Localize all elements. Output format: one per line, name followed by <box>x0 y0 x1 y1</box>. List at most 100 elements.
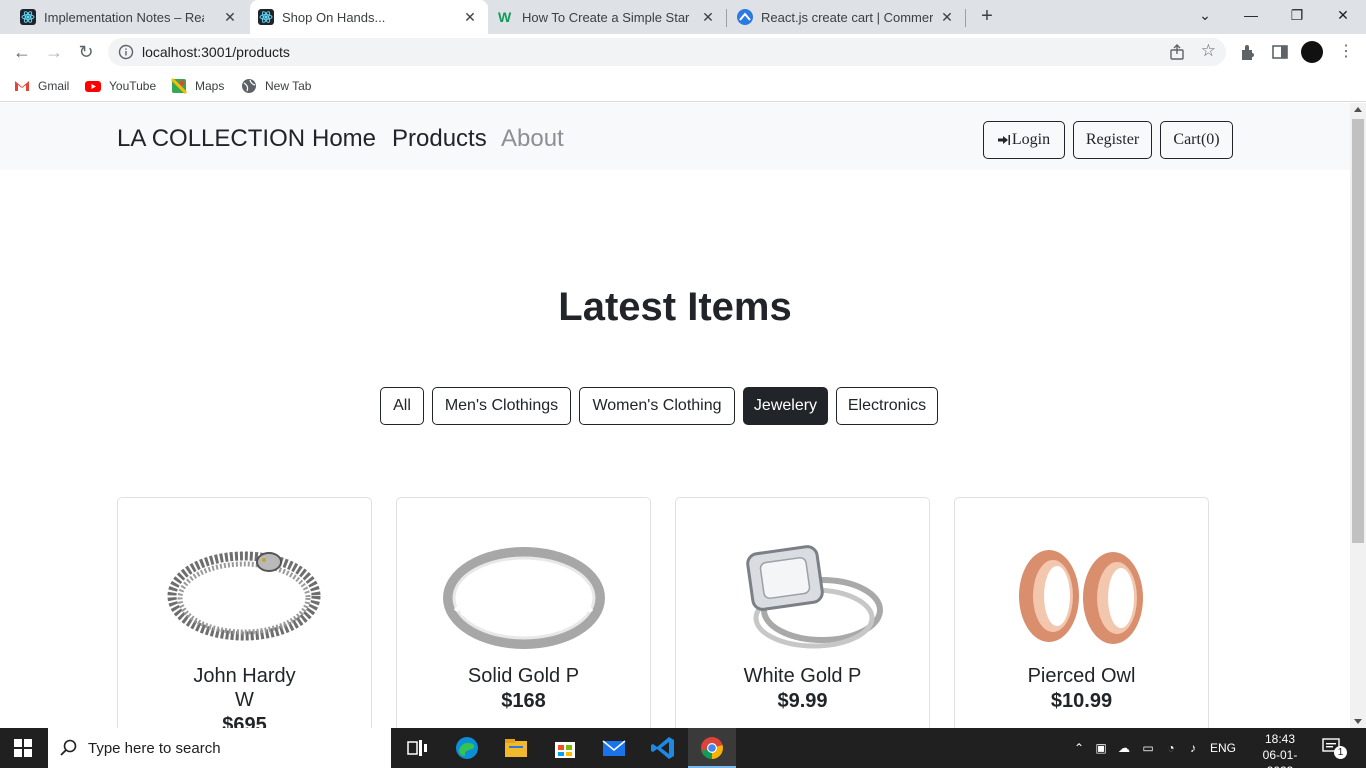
bookmark-youtube[interactable]: YouTube <box>85 76 156 96</box>
back-icon[interactable]: ← <box>10 40 34 64</box>
brand-logo[interactable]: LA COLLECTION <box>117 125 305 153</box>
tab-star-rating[interactable]: W How To Create a Simple Star Rati ✕ <box>488 0 726 34</box>
page-scrollbar[interactable] <box>1350 103 1366 728</box>
mail-icon[interactable] <box>600 734 628 762</box>
clock-time: 18:43 <box>1264 732 1296 746</box>
bookmark-label: New Tab <box>265 79 312 93</box>
wifi-icon[interactable]: ◔ <box>1160 741 1182 755</box>
close-tab-icon[interactable]: ✕ <box>462 9 478 25</box>
filter-label: Jewelery <box>753 397 818 414</box>
close-tab-icon[interactable]: ✕ <box>222 9 238 25</box>
register-label: Register <box>1085 131 1140 148</box>
bookmarks-bar: Gmail YouTube Maps New Tab <box>0 70 1366 102</box>
product-name: White Gold P <box>743 665 862 687</box>
extensions-icon[interactable] <box>1238 42 1258 62</box>
product-price: $168 <box>501 690 546 712</box>
bookmark-label: Maps <box>195 79 225 93</box>
battery-icon[interactable]: ▭ <box>1136 741 1160 755</box>
filter-label: Men's Clothings <box>444 397 559 414</box>
close-window-icon[interactable]: ✕ <box>1320 0 1366 34</box>
globe-icon <box>242 79 256 93</box>
tab-commercejs[interactable]: React.js create cart | Commerce.js ✕ <box>727 0 965 34</box>
product-card[interactable]: John Hardy W $695 <box>117 497 372 728</box>
tab-title: How To Create a Simple Star Rati <box>522 9 694 25</box>
filter-mens-clothing[interactable]: Men's Clothings <box>432 387 571 425</box>
nav-about[interactable]: About <box>501 125 564 153</box>
vscode-icon[interactable] <box>649 734 677 762</box>
volume-icon[interactable]: ♪ <box>1182 741 1204 755</box>
more-menu-icon[interactable]: ⋮ <box>1336 42 1356 62</box>
w-logo-icon: W <box>498 9 512 25</box>
bookmark-gmail[interactable]: Gmail <box>14 76 69 96</box>
close-tab-icon[interactable]: ✕ <box>700 9 716 25</box>
scroll-down-icon[interactable] <box>1354 719 1362 724</box>
tab-implementation-notes[interactable]: Implementation Notes – React ✕ <box>0 0 248 34</box>
product-price: $695 <box>222 714 267 728</box>
info-icon[interactable] <box>118 44 134 60</box>
share-icon[interactable] <box>1168 43 1186 61</box>
task-view-icon[interactable] <box>403 734 431 762</box>
rose-gold-tunnel-plugs-image <box>1019 550 1143 644</box>
cart-button[interactable]: Cart(0) <box>1160 121 1233 159</box>
login-button[interactable]: Login <box>983 121 1065 159</box>
login-label: Login <box>1011 131 1051 148</box>
bracelet-image <box>167 551 321 641</box>
browser-toolbar: ← → ↻ localhost:3001/products ☆ ⋮ <box>0 34 1366 70</box>
language-indicator[interactable]: ENG <box>1204 741 1242 755</box>
side-panel-icon[interactable] <box>1270 42 1290 62</box>
nav-products[interactable]: Products <box>392 125 487 153</box>
react-icon <box>20 9 36 25</box>
filter-all[interactable]: All <box>380 387 424 425</box>
product-name: Solid Gold P <box>467 665 580 687</box>
clock-date: 06-01-2023 <box>1262 748 1298 768</box>
scroll-up-icon[interactable] <box>1354 107 1362 112</box>
maps-icon <box>171 78 187 94</box>
microsoft-store-icon[interactable] <box>551 734 579 762</box>
new-tab-icon[interactable]: + <box>976 6 998 28</box>
bookmark-new-tab[interactable]: New Tab <box>241 76 311 96</box>
product-card[interactable]: Solid Gold P $168 <box>396 497 651 728</box>
filter-electronics[interactable]: Electronics <box>836 387 938 425</box>
browser-tab-strip: Implementation Notes – React ✕ Shop On H… <box>0 0 1366 34</box>
gmail-icon <box>15 81 29 91</box>
scrollbar-thumb[interactable] <box>1352 119 1364 543</box>
show-hidden-icons-icon[interactable]: ⌃ <box>1068 741 1090 755</box>
page-viewport: LA COLLECTION Home Products About Login … <box>0 103 1350 728</box>
youtube-icon <box>85 81 101 92</box>
close-tab-icon[interactable]: ✕ <box>939 9 955 25</box>
page-title: Latest Items <box>558 285 792 329</box>
sign-in-icon <box>997 135 1010 145</box>
bookmark-star-icon[interactable]: ☆ <box>1201 41 1216 61</box>
taskbar-clock[interactable]: 18:43 06-01-2023 <box>1250 731 1310 768</box>
filter-label: Women's Clothing <box>592 397 722 414</box>
file-explorer-icon[interactable] <box>502 734 530 762</box>
onedrive-icon[interactable]: ☁ <box>1112 741 1136 755</box>
tab-shop-on-hands[interactable]: Shop On Hands... ✕ <box>250 0 488 34</box>
url-text[interactable]: localhost:3001/products <box>142 44 290 60</box>
product-card[interactable]: Pierced Owl $10.99 <box>954 497 1209 728</box>
taskbar-search-box[interactable]: Type here to search <box>48 728 391 768</box>
notifications-button[interactable]: 1 <box>1322 738 1347 759</box>
profile-avatar[interactable] <box>1301 41 1323 63</box>
minimize-icon[interactable]: — <box>1228 0 1274 34</box>
bookmark-label: Gmail <box>38 79 70 93</box>
filter-womens-clothing[interactable]: Women's Clothing <box>579 387 735 425</box>
restore-icon[interactable]: ❐ <box>1274 0 1320 34</box>
svg-text:W: W <box>498 9 512 25</box>
forward-icon[interactable]: → <box>42 40 66 64</box>
product-card[interactable]: White Gold P $9.99 <box>675 497 930 728</box>
product-name: Pierced Owl <box>1027 665 1136 687</box>
address-bar[interactable]: localhost:3001/products ☆ <box>108 38 1226 66</box>
ring-image <box>443 547 605 649</box>
nav-home[interactable]: Home <box>312 125 376 153</box>
windows-start-icon[interactable] <box>14 739 32 757</box>
filter-jewelery[interactable]: Jewelery <box>743 387 828 425</box>
bookmark-maps[interactable]: Maps <box>171 76 224 96</box>
chrome-taskbar-button[interactable] <box>688 728 736 768</box>
register-button[interactable]: Register <box>1073 121 1152 159</box>
tab-search-chevron-icon[interactable]: ⌄ <box>1182 0 1228 34</box>
meet-now-icon[interactable]: ▣ <box>1090 741 1112 755</box>
edge-browser-icon[interactable] <box>453 734 481 762</box>
reload-icon[interactable]: ↻ <box>74 40 98 64</box>
tab-title: Shop On Hands... <box>282 9 386 25</box>
